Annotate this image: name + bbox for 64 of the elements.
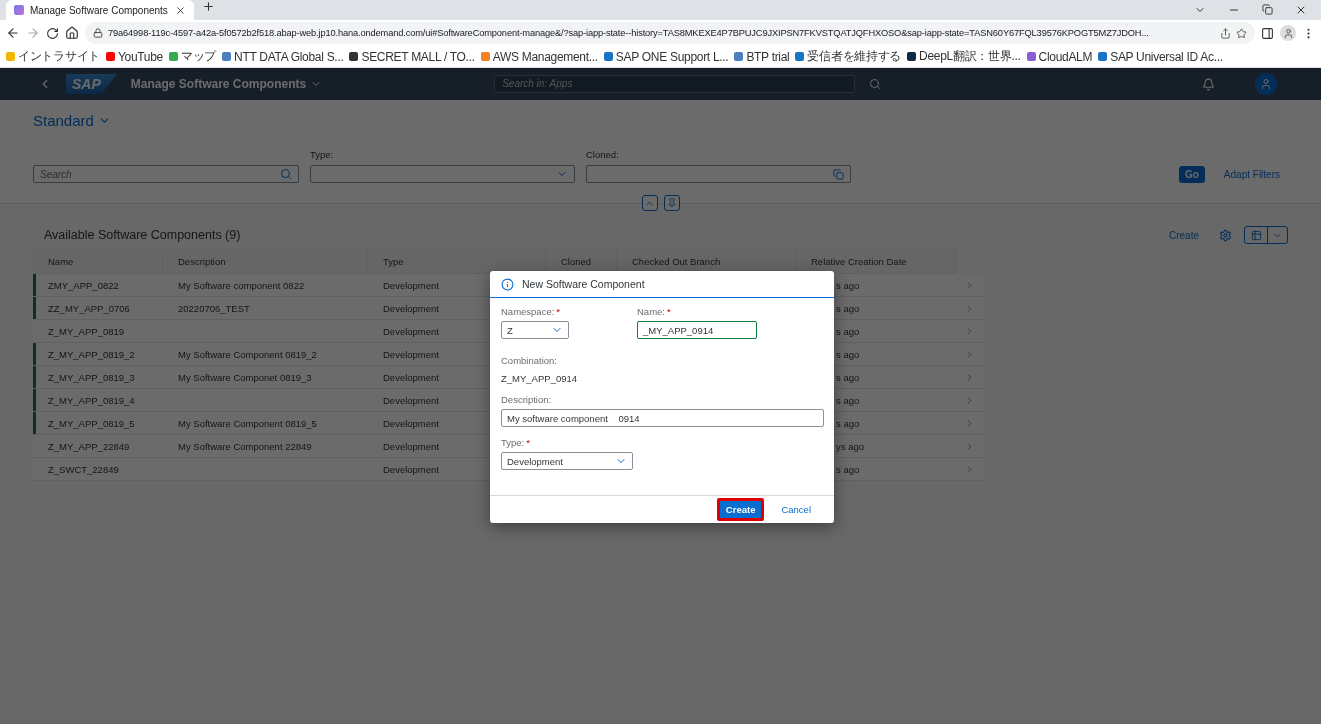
export-button[interactable] — [1244, 226, 1288, 244]
create-button[interactable]: Create — [716, 498, 765, 521]
bookmark[interactable]: SECRET MALL / TO... — [349, 49, 475, 64]
search-icon[interactable] — [280, 168, 292, 180]
browser-tab[interactable]: Manage Software Components — [6, 0, 194, 20]
logo: SAP — [66, 74, 117, 94]
pin-header-button[interactable] — [663, 195, 680, 211]
settings-icon[interactable] — [1219, 228, 1232, 242]
close-icon[interactable] — [175, 4, 186, 16]
cancel-button[interactable]: Cancel — [772, 498, 820, 521]
field-label: Type: * — [501, 437, 531, 448]
search-icon[interactable] — [869, 78, 882, 90]
bookmark[interactable]: CloudALM — [1026, 49, 1093, 64]
share-icon[interactable] — [1220, 27, 1231, 39]
table-cell: ZZ_MY_APP_0706 — [33, 297, 163, 320]
cloned-field[interactable] — [586, 165, 851, 183]
bookmark[interactable]: BTP trial — [734, 49, 790, 64]
required-mark: * — [526, 437, 530, 448]
table-cell: Z_MY_APP_0819_3 — [33, 366, 163, 389]
value-help-icon[interactable] — [833, 168, 844, 180]
tab-favicon — [14, 5, 24, 15]
table-cell: ZMY_APP_0822 — [33, 274, 163, 297]
table-title: Available Software Components (9) — [44, 228, 241, 242]
filter-label: Cloned: — [586, 149, 620, 160]
avatar-icon[interactable] — [1255, 73, 1277, 95]
bookmark[interactable]: NTT DATA Global S... — [222, 49, 344, 64]
pin-icon — [666, 198, 677, 208]
address-bar[interactable]: 79a64998-119c-4597-a42a-5f0572b2f518.abap-web.jp10.hana.ondemand.com/ui#SoftwareComponent-manage&/?sap-iapp-state--history=TAS8MKEXE4P7BPUJC9JXIPSN7FKVSTQATJQFHXOSO&sap-iapp-state=TASN60Y67FQL39576KPOGT5MZ7JDOH... — [85, 22, 1255, 44]
reload-icon[interactable] — [46, 26, 59, 40]
required-mark: * — [667, 306, 671, 317]
bookmark[interactable]: YouTube — [105, 49, 163, 64]
type-dropdown[interactable] — [310, 165, 575, 183]
namespace-dropdown[interactable]: Z — [501, 321, 569, 339]
back-icon[interactable] — [6, 26, 20, 40]
lock-icon — [93, 28, 103, 38]
profile-icon[interactable] — [1280, 25, 1296, 41]
star-icon[interactable] — [1236, 27, 1247, 39]
restore-icon[interactable] — [1262, 4, 1273, 15]
bookmark[interactable]: SAP ONE Support L... — [603, 49, 729, 64]
table-cell: Z_MY_APP_0819_2 — [33, 343, 163, 366]
forward-icon[interactable] — [26, 26, 40, 40]
table-cell: Z_MY_APP_0819_4 — [33, 389, 163, 412]
bookmark[interactable]: イントラサイト — [6, 48, 100, 65]
collapse-header-button[interactable] — [641, 195, 658, 211]
table-icon — [1250, 229, 1262, 241]
bookmark[interactable]: DeepL翻訳：世界... — [907, 48, 1021, 65]
field-label: Name: * — [637, 306, 672, 317]
tab-title: Manage Software Components — [30, 4, 169, 16]
bookmark[interactable]: 受信者を維持する — [795, 48, 902, 65]
description-field[interactable]: My software component 0914 — [501, 409, 824, 427]
bookmark[interactable]: SAP Universal ID Ac... — [1098, 49, 1223, 64]
type-dropdown[interactable]: Development — [501, 452, 633, 470]
side-panel-icon[interactable] — [1261, 26, 1274, 40]
info-icon — [501, 277, 514, 291]
home-icon[interactable] — [65, 26, 79, 40]
bell-icon[interactable] — [1202, 77, 1215, 91]
bookmark[interactable]: AWS Management... — [480, 49, 598, 64]
name-field[interactable]: _MY_APP_0914 — [637, 321, 757, 339]
filter-label: Type: — [310, 149, 335, 160]
bookmark[interactable]: マップ — [168, 48, 217, 65]
table-cell: Z_MY_APP_0819_5 — [33, 412, 163, 435]
required-mark: * — [556, 306, 561, 317]
close-icon[interactable] — [1295, 4, 1307, 16]
new-tab-icon[interactable] — [202, 0, 215, 13]
